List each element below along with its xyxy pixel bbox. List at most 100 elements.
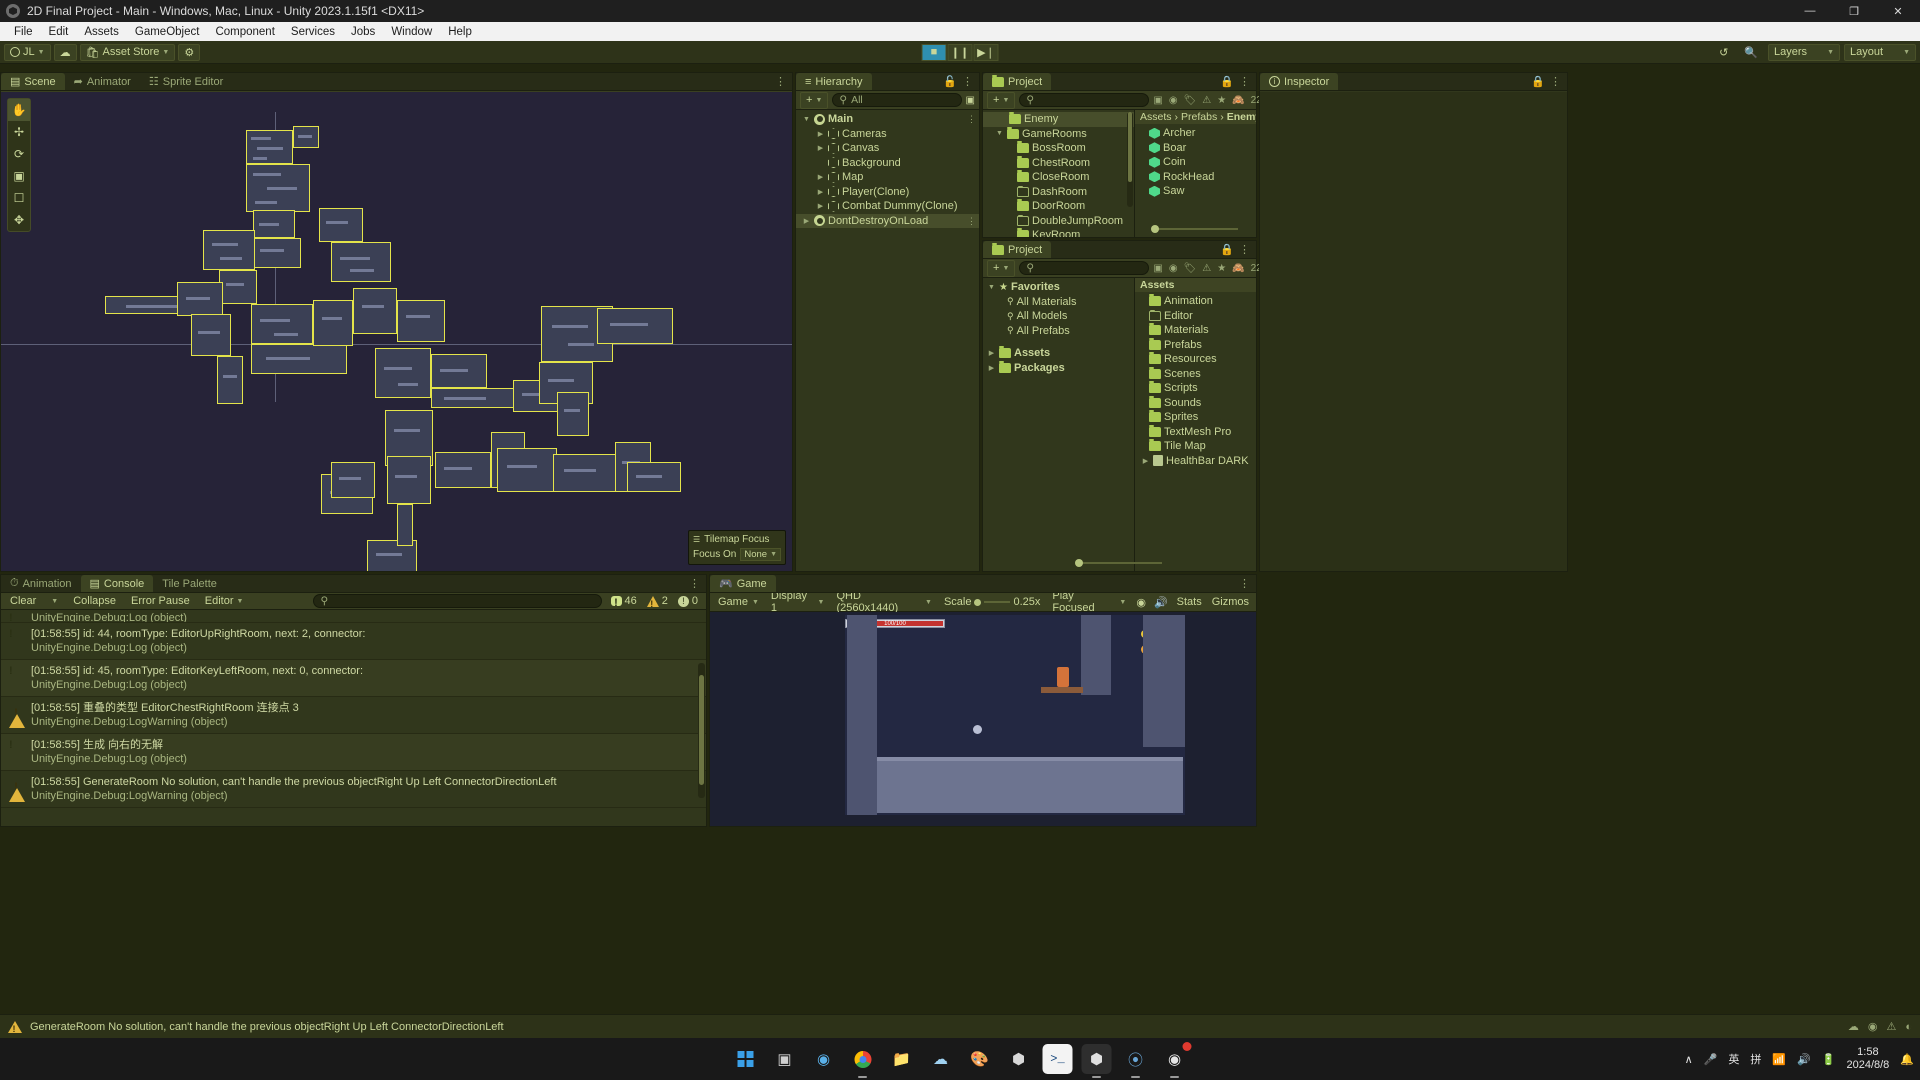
asset-folder-scripts[interactable]: Scripts	[1135, 381, 1256, 396]
log-entry[interactable]: [01:58:55] 重叠的类型 EditorChestRightRoom 连接…	[1, 697, 706, 734]
favorite-all-models[interactable]: ⚲ All Models	[983, 309, 1134, 324]
expand-arrow-icon[interactable]: ▶	[987, 349, 996, 357]
cloud-button[interactable]: ☁	[53, 43, 77, 61]
warning-filter-icon[interactable]: ⚠	[1202, 95, 1211, 106]
hierarchy-item-cameras[interactable]: ▶ Cameras	[796, 127, 979, 142]
expand-arrow-icon[interactable]: ▼	[987, 284, 996, 291]
project-folder-chestroom[interactable]: ChestRoom	[983, 155, 1134, 171]
expand-arrow-icon[interactable]: ▶	[816, 130, 825, 138]
account-button[interactable]: JL ▼	[4, 43, 51, 61]
tab-game[interactable]: 🎮 Game	[710, 575, 776, 592]
expand-arrow-icon[interactable]: ▶	[816, 144, 825, 152]
project-folder-bossroom[interactable]: BossRoom	[983, 141, 1134, 156]
maximize-button[interactable]: ❐	[1832, 0, 1876, 22]
project-root-assets[interactable]: ▶ Assets	[983, 346, 1134, 361]
focus-on-dropdown[interactable]: None ▼	[740, 548, 781, 561]
scale-slider-knob[interactable]	[974, 598, 982, 606]
asset-folder-materials[interactable]: Materials	[1135, 323, 1256, 338]
project-search-input[interactable]: ⚲	[1019, 261, 1150, 275]
project-folder-keyroom[interactable]: KeyRoom	[983, 228, 1134, 237]
game-mute-audio-icon[interactable]: 🔊	[1152, 596, 1170, 609]
project-tree-scrollbar[interactable]	[1127, 112, 1133, 207]
game-display-dropdown[interactable]: Display 1 ▼	[767, 590, 829, 614]
project-filter-icon[interactable]: ▣	[1153, 263, 1162, 274]
ime-language-icon[interactable]: 英	[1728, 1051, 1739, 1067]
step-button[interactable]: ▶❘	[973, 43, 999, 61]
asset-folder-textmesh-pro[interactable]: TextMesh Pro	[1135, 424, 1256, 440]
star-icon[interactable]: ★	[1217, 263, 1226, 274]
breadcrumb-enemy[interactable]: Enemy	[1227, 111, 1256, 123]
move-tool-icon[interactable]: ✢	[8, 121, 30, 143]
scene-tab-options[interactable]: ⋮	[775, 73, 792, 90]
zoom-slider-knob[interactable]	[1151, 224, 1159, 233]
taskbar-clock[interactable]: 1:58 2024/8/8	[1846, 1046, 1889, 1072]
project-search-input[interactable]: ⚲	[1019, 93, 1150, 107]
log-entry[interactable]: [01:58:55] 生成 向右的无解 UnityEngine.Debug:Lo…	[1, 734, 706, 771]
steam-icon[interactable]: ⦿	[1121, 1044, 1151, 1078]
expand-arrow-icon[interactable]: ▶	[1141, 457, 1150, 465]
account-status-icon[interactable]: ◉	[1868, 1020, 1878, 1033]
project-root-packages[interactable]: ▶ Packages	[983, 360, 1134, 376]
console-collapse-toggle[interactable]: Collapse	[68, 594, 121, 608]
menu-edit[interactable]: Edit	[41, 25, 77, 39]
play-button[interactable]: ■	[921, 43, 947, 61]
label-icon[interactable]: 🏷	[1184, 263, 1197, 274]
console-scrollbar[interactable]	[698, 663, 705, 798]
wifi-icon[interactable]: 📶	[1772, 1053, 1786, 1066]
project-favorites-tree[interactable]: ▼ ★ Favorites ⚲ All Materials ⚲ All Mode…	[983, 278, 1135, 571]
console-error-pause-toggle[interactable]: Error Pause	[126, 594, 195, 608]
game-resolution-dropdown[interactable]: QHD (2560x1440) ▼	[832, 590, 936, 614]
tab-animation[interactable]: ⏱ Animation	[1, 575, 81, 592]
project-create-button[interactable]: + ▼	[987, 259, 1016, 277]
tab-animator[interactable]: ➦ Animator	[65, 73, 140, 90]
expand-arrow-icon[interactable]: ▶	[816, 188, 825, 196]
breadcrumb-assets[interactable]: Assets	[1140, 111, 1172, 123]
console-editor-dropdown[interactable]: Editor ▼	[200, 594, 249, 608]
kebab-icon[interactable]: ⋮	[967, 216, 976, 225]
lock-icon[interactable]: 🔓	[943, 75, 957, 88]
log-entry[interactable]: [01:58:55] GenerateRoom No solution, can…	[1, 771, 706, 808]
favorite-all-materials[interactable]: ⚲ All Materials	[983, 295, 1134, 310]
menu-file[interactable]: File	[6, 25, 41, 39]
visibility-off-icon[interactable]: 🙈	[1232, 263, 1244, 274]
menu-window[interactable]: Window	[383, 25, 440, 39]
console-log-list[interactable]: UnityEngine.Debug:Log (object) [01:58:55…	[1, 611, 706, 826]
hierarchy-create-button[interactable]: + ▼	[800, 91, 829, 109]
hierarchy-tree[interactable]: ▼ Main ⋮ ▶ Cameras ▶ Canvas Background ▶…	[796, 110, 979, 228]
kebab-icon[interactable]: ⋮	[689, 577, 700, 590]
visibility-off-icon[interactable]: 🙈	[1232, 95, 1244, 106]
project-folder-doorroom[interactable]: DoorRoom	[983, 199, 1134, 214]
asset-item-archer[interactable]: Archer	[1135, 126, 1256, 141]
label-icon[interactable]: 🏷	[1184, 95, 1197, 106]
unity-editor-icon[interactable]: ⬢	[1081, 1044, 1112, 1078]
kebab-icon[interactable]: ⋮	[1239, 577, 1250, 590]
collab-icon[interactable]: ☁	[1848, 1020, 1859, 1033]
menu-gameobject[interactable]: GameObject	[127, 25, 208, 39]
asset-item-coin[interactable]: Coin	[1135, 155, 1256, 170]
paint-icon[interactable]: 🎨	[965, 1044, 995, 1074]
game-stats-button[interactable]: Stats	[1174, 596, 1205, 608]
hand-tool-icon[interactable]: ✋	[8, 99, 30, 121]
menu-help[interactable]: Help	[440, 25, 480, 39]
breadcrumb-prefabs[interactable]: Prefabs	[1181, 111, 1217, 123]
hierarchy-item-combat-dummy-clone[interactable]: ▶ Combat Dummy(Clone)	[796, 199, 979, 214]
asset-item-boar[interactable]: Boar	[1135, 141, 1256, 156]
kebab-icon[interactable]: ⋮	[1239, 75, 1250, 88]
tab-tile-palette[interactable]: Tile Palette	[153, 575, 226, 592]
tray-chevron-up-icon[interactable]: ∧	[1685, 1053, 1693, 1066]
console-clear-button[interactable]: Clear	[5, 594, 41, 608]
layers-dropdown[interactable]: Layers ▼	[1768, 43, 1840, 61]
hierarchy-item-main[interactable]: ▼ Main ⋮	[796, 112, 979, 127]
hierarchy-item-canvas[interactable]: ▶ Canvas	[796, 141, 979, 156]
scale-tool-icon[interactable]: ▣	[8, 165, 30, 187]
task-view-icon[interactable]: ▣	[770, 1044, 800, 1074]
search-icon[interactable]: 🔍	[1738, 44, 1764, 61]
microphone-icon[interactable]: 🎤	[1704, 1053, 1718, 1066]
undo-history-icon[interactable]: ↺	[1713, 44, 1734, 61]
obs-studio-icon[interactable]: ◉	[1160, 1042, 1192, 1078]
expand-arrow-icon[interactable]: ▶	[987, 364, 996, 372]
console-clear-dropdown[interactable]: ▼	[46, 594, 63, 608]
hierarchy-item-map[interactable]: ▶ Map	[796, 170, 979, 185]
lock-icon[interactable]: 🔒	[1531, 75, 1545, 88]
asset-folder-sounds[interactable]: Sounds	[1135, 395, 1256, 411]
